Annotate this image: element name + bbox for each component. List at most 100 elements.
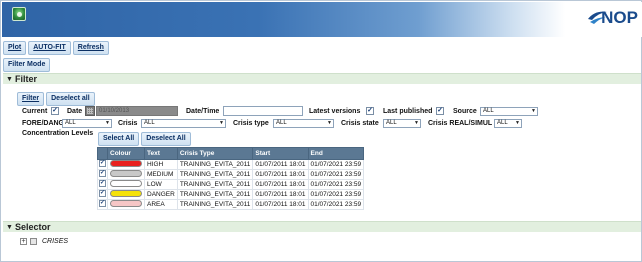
row-checkbox[interactable] [99, 180, 106, 188]
colour-cell [107, 189, 145, 200]
table-row[interactable]: DANGERTRAINING_EVITA_201101/07/2011 18:0… [97, 189, 365, 200]
selector-section-header[interactable]: ▼ Selector [3, 221, 641, 232]
autofit-button[interactable]: AUTO-FIT [28, 41, 71, 55]
brand-name: NOP [601, 8, 638, 27]
source-select-value: ALL [483, 108, 494, 114]
header-end: End [307, 147, 365, 160]
toolbar: Plot AUTO-FIT Refresh [3, 41, 109, 55]
table-row[interactable]: HIGHTRAINING_EVITA_201101/07/2011 18:010… [97, 159, 365, 170]
crisis-real-simul-select-value: ALL [497, 120, 508, 126]
tree-item-crises[interactable]: + CRISES [20, 238, 68, 245]
table-row[interactable]: MEDIUMTRAINING_EVITA_201101/07/2011 18:0… [97, 169, 365, 180]
dropdown-arrow-icon: ▼ [327, 120, 332, 126]
collapse-caret-icon[interactable]: ▼ [6, 224, 13, 231]
latest-versions-label: Latest versions [309, 108, 361, 115]
autofit-button-label: AUTO-FIT [33, 44, 66, 51]
header-text: Text [144, 147, 178, 160]
text-cell: LOW [144, 179, 178, 190]
end-cell: 01/07/2021 23:59 [307, 169, 365, 180]
date-label: Date [67, 108, 83, 115]
refresh-button-label: Refresh [77, 44, 104, 51]
crisis-type-label: Crisis type [233, 120, 269, 127]
header-checkbox-col [97, 147, 108, 160]
table-row[interactable]: LOWTRAINING_EVITA_201101/07/2011 18:0101… [97, 179, 365, 190]
source-label: Source [453, 108, 477, 115]
expand-plus-icon[interactable]: + [20, 238, 27, 245]
end-cell: 01/07/2021 23:59 [307, 179, 365, 190]
dropdown-arrow-icon: ▼ [515, 120, 520, 126]
row-checkbox[interactable] [99, 170, 106, 178]
table-header-row: Colour Text Crisis Type Start End [97, 147, 365, 160]
text-cell: MEDIUM [144, 169, 178, 180]
selector-section-title: Selector [15, 222, 51, 232]
deselect-all-levels-button[interactable]: Deselect All [141, 132, 191, 146]
row-checkbox[interactable] [99, 190, 106, 198]
row-checkbox[interactable] [99, 200, 106, 208]
crisis-type-select[interactable]: ALL ▼ [273, 119, 334, 128]
colour-swatch [110, 200, 142, 208]
crisis-state-select-value: ALL [386, 120, 397, 126]
source-select[interactable]: ALL ▼ [480, 107, 538, 116]
crisis-type-cell: TRAINING_EVITA_2011 [176, 189, 254, 200]
start-cell: 01/07/2011 18:01 [252, 189, 309, 200]
current-checkbox[interactable] [51, 107, 59, 115]
deselect-all-button[interactable]: Deselect all [46, 92, 95, 106]
app-home-icon[interactable] [12, 7, 26, 21]
colour-cell [107, 179, 145, 190]
plot-button[interactable]: Plot [3, 41, 27, 55]
text-cell: HIGH [144, 159, 178, 170]
last-published-checkbox[interactable] [436, 107, 444, 115]
fore-dang-select-value: ALL [65, 120, 76, 126]
tree-checkbox[interactable] [30, 238, 37, 245]
crisis-real-simul-select[interactable]: ALL ▼ [494, 119, 522, 128]
crisis-real-simul-label: Crisis REAL/SIMUL [428, 120, 493, 127]
date-input[interactable]: 01/10/2013 [96, 106, 178, 116]
row-checkbox-cell [97, 189, 108, 200]
crisis-state-label: Crisis state [341, 120, 379, 127]
fore-dang-select[interactable]: ALL ▼ [62, 119, 112, 128]
text-cell: DANGER [144, 189, 178, 200]
row-checkbox-cell [97, 159, 108, 170]
select-all-button[interactable]: Select All [98, 132, 140, 146]
colour-swatch [110, 160, 142, 168]
calendar-icon[interactable] [85, 106, 95, 116]
filter-mode-button[interactable]: Filter Mode [3, 58, 51, 72]
colour-cell [107, 169, 145, 180]
row-checkbox[interactable] [99, 160, 106, 168]
colour-swatch [110, 170, 142, 178]
crisis-type-cell: TRAINING_EVITA_2011 [176, 169, 254, 180]
table-row[interactable]: AREATRAINING_EVITA_201101/07/2011 18:010… [97, 199, 365, 210]
colour-swatch [110, 180, 142, 188]
crisis-select[interactable]: ALL ▼ [141, 119, 226, 128]
dropdown-arrow-icon: ▼ [105, 120, 110, 126]
latest-versions-checkbox[interactable] [366, 107, 374, 115]
header-crisis-type: Crisis Type [176, 147, 254, 160]
colour-swatch [110, 190, 142, 198]
start-cell: 01/07/2011 18:01 [252, 199, 309, 210]
colour-cell [107, 159, 145, 170]
filter-button[interactable]: Filter [17, 92, 45, 106]
refresh-button[interactable]: Refresh [72, 41, 109, 55]
filter-section-title: Filter [15, 74, 38, 84]
collapse-caret-icon[interactable]: ▼ [6, 76, 13, 83]
text-cell: AREA [144, 199, 178, 210]
header-colour: Colour [107, 147, 145, 160]
filter-section-header[interactable]: ▼ Filter [3, 73, 641, 84]
plot-button-label: Plot [8, 44, 22, 51]
row-checkbox-cell [97, 179, 108, 190]
row-checkbox-cell [97, 169, 108, 180]
datetime-label: Date/Time [186, 108, 220, 115]
start-cell: 01/07/2011 18:01 [252, 169, 309, 180]
header-banner: NOP [2, 2, 642, 37]
crisis-label: Crisis [118, 120, 138, 127]
datetime-input[interactable] [223, 106, 303, 116]
header-start: Start [252, 147, 309, 160]
last-published-label: Last published [383, 108, 433, 115]
end-cell: 01/07/2021 23:59 [307, 159, 365, 170]
dropdown-arrow-icon: ▼ [531, 108, 536, 114]
end-cell: 01/07/2021 23:59 [307, 189, 365, 200]
end-cell: 01/07/2021 23:59 [307, 199, 365, 210]
crisis-state-select[interactable]: ALL ▼ [383, 119, 421, 128]
tree-item-label: CRISES [42, 238, 69, 245]
crisis-type-cell: TRAINING_EVITA_2011 [176, 159, 254, 170]
